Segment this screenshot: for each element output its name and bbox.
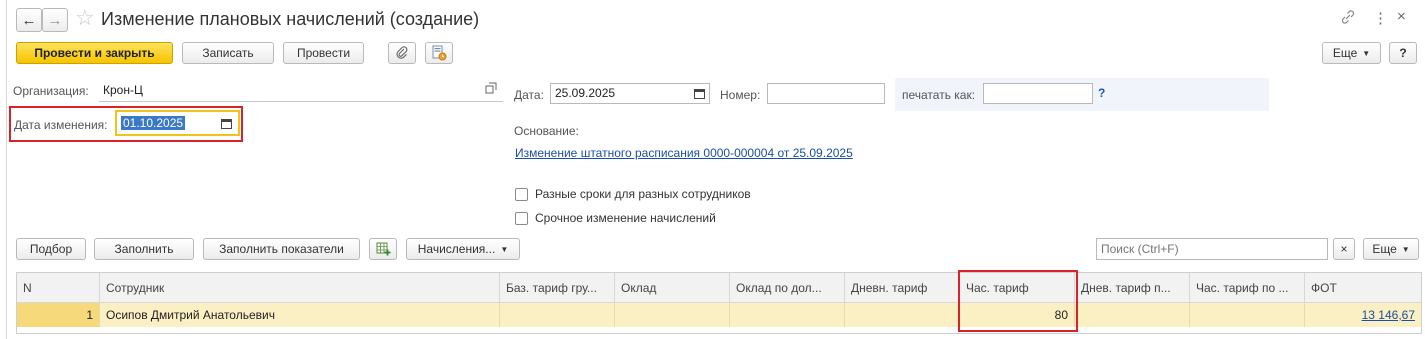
link-icon[interactable] <box>1340 9 1356 28</box>
select-button[interactable]: Подбор <box>16 238 86 260</box>
highlight-hourly-rate <box>958 270 1078 332</box>
dropdown-arrow-icon: ▼ <box>1401 244 1410 254</box>
arrow-left-icon: ← <box>21 11 37 29</box>
print-as-label: печатать как: <box>902 88 976 102</box>
cell-employee[interactable]: Осипов Дмитрий Анатольевич <box>100 303 500 327</box>
clear-search-button[interactable]: × <box>1333 238 1355 260</box>
cell-daily-rate-p[interactable] <box>1075 303 1190 327</box>
post-and-close-button[interactable]: Провести и закрыть <box>16 42 173 64</box>
cell-daily-rate[interactable] <box>845 303 960 327</box>
more-vertical-icon[interactable]: ⋮ <box>1373 9 1388 27</box>
different-terms-checkbox[interactable] <box>515 188 528 201</box>
urgent-change-checkbox[interactable] <box>515 212 528 225</box>
cell-hourly-rate-p[interactable] <box>1190 303 1305 327</box>
date-label: Дата: <box>514 88 544 102</box>
cell-n: 1 <box>17 303 100 327</box>
cell-salary[interactable] <box>615 303 730 327</box>
table-add-icon <box>376 242 390 256</box>
col-salary[interactable]: Оклад <box>615 273 730 302</box>
change-date-value: 01.10.2025 <box>121 116 186 130</box>
dropdown-arrow-icon: ▼ <box>500 244 509 254</box>
cell-base-rate[interactable] <box>500 303 615 327</box>
fot-link[interactable]: 13 146,67 <box>1362 308 1415 322</box>
table-more-label: Еще <box>1372 242 1397 256</box>
col-employee[interactable]: Сотрудник <box>100 273 500 302</box>
paperclip-icon <box>396 46 408 59</box>
accruals-label: Начисления... <box>417 242 496 256</box>
basis-link[interactable]: Изменение штатного расписания 0000-00000… <box>515 146 853 160</box>
save-button[interactable]: Записать <box>182 42 274 64</box>
cell-position-salary[interactable] <box>730 303 845 327</box>
col-daily-rate-p[interactable]: Днев. тариф п... <box>1075 273 1190 302</box>
back-button[interactable]: ← <box>16 8 42 32</box>
accruals-button[interactable]: Начисления... ▼ <box>406 238 520 260</box>
fill-indicators-button[interactable]: Заполнить показатели <box>203 238 360 260</box>
favorite-star-icon[interactable]: ☆ <box>75 5 95 31</box>
more-button[interactable]: Еще ▼ <box>1322 42 1381 64</box>
more-label: Еще <box>1332 46 1358 60</box>
col-fot[interactable]: ФОТ <box>1305 273 1421 302</box>
basis-label: Основание: <box>514 124 579 138</box>
open-org-icon[interactable] <box>485 82 497 97</box>
change-date-label: Дата изменения: <box>14 118 108 132</box>
post-button[interactable]: Провести <box>283 42 364 64</box>
arrow-right-icon: → <box>47 11 63 29</box>
attach-button[interactable] <box>388 42 416 64</box>
col-position-salary[interactable]: Оклад по дол... <box>730 273 845 302</box>
close-icon[interactable]: × <box>1397 8 1406 25</box>
org-field[interactable]: Крон-Ц <box>99 81 503 102</box>
calendar-icon[interactable] <box>690 84 708 103</box>
print-as-help-link[interactable]: ? <box>1098 86 1105 100</box>
forward-button[interactable]: → <box>42 8 68 32</box>
help-button[interactable]: ? <box>1389 42 1417 64</box>
number-field[interactable] <box>767 83 885 104</box>
change-date-calendar-icon[interactable] <box>217 114 235 133</box>
col-n[interactable]: N <box>17 273 100 302</box>
col-base-rate[interactable]: Баз. тариф гру... <box>500 273 615 302</box>
table-more-button[interactable]: Еще ▼ <box>1363 238 1419 260</box>
add-table-button[interactable] <box>369 238 397 260</box>
col-hourly-rate-p[interactable]: Час. тариф по ... <box>1190 273 1305 302</box>
page-title: Изменение плановых начислений (создание) <box>101 9 480 29</box>
dropdown-arrow-icon: ▼ <box>1362 48 1371 58</box>
org-label: Организация: <box>13 84 89 98</box>
different-terms-label: Разные сроки для разных сотрудников <box>535 187 751 201</box>
report-button[interactable] <box>425 42 453 64</box>
print-as-field[interactable] <box>983 83 1093 104</box>
document-report-icon <box>432 45 447 61</box>
fill-button[interactable]: Заполнить <box>94 238 194 260</box>
date-field[interactable]: 25.09.2025 <box>550 83 710 104</box>
left-edge <box>0 0 7 339</box>
cell-fot[interactable]: 13 146,67 <box>1305 303 1421 327</box>
col-daily-rate[interactable]: Дневн. тариф <box>845 273 960 302</box>
number-label: Номер: <box>720 88 761 102</box>
urgent-change-label: Срочное изменение начислений <box>535 211 716 225</box>
date-value: 25.09.2025 <box>555 86 616 100</box>
search-input[interactable] <box>1096 238 1328 260</box>
